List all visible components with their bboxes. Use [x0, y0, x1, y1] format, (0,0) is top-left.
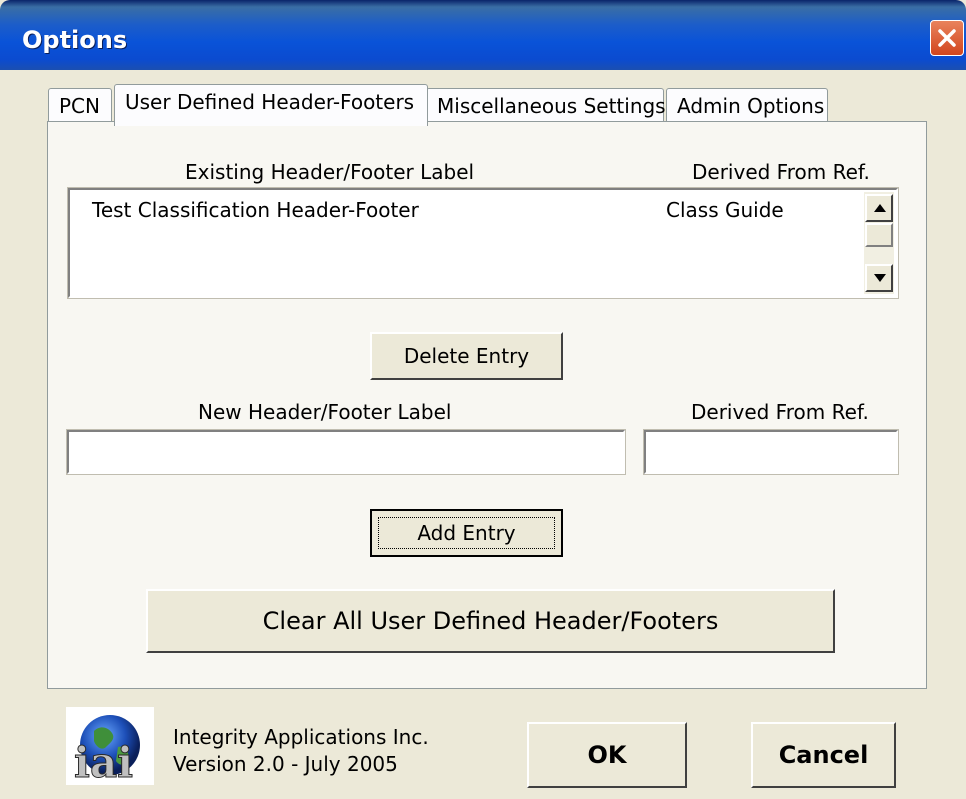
button-label: OK	[587, 741, 627, 769]
button-label: Delete Entry	[403, 344, 530, 368]
new-ref-input[interactable]	[643, 429, 899, 475]
scroll-thumb[interactable]	[865, 223, 893, 247]
list-item-label: Test Classification Header-Footer	[92, 198, 419, 222]
existing-label-header: Existing Header/Footer Label	[185, 160, 475, 184]
window-title: Options	[22, 26, 128, 54]
close-icon	[938, 29, 956, 47]
existing-entries-listbox[interactable]: Test Classification Header-Footer Class …	[67, 187, 899, 299]
svg-text:iai: iai	[74, 738, 133, 785]
tab-label: PCN	[59, 94, 100, 118]
tab-miscellaneous-settings[interactable]: Miscellaneous Settings	[426, 88, 666, 122]
tab-label: Miscellaneous Settings	[437, 94, 666, 118]
tab-admin-options[interactable]: Admin Options	[666, 88, 828, 122]
new-ref-header: Derived From Ref.	[691, 400, 869, 424]
title-bar: Options	[0, 0, 966, 70]
tab-pcn[interactable]: PCN	[48, 88, 112, 122]
tab-user-defined-header-footers[interactable]: User Defined Header-Footers	[114, 84, 428, 126]
delete-entry-button[interactable]: Delete Entry	[370, 332, 563, 380]
list-item-ref: Class Guide	[666, 198, 784, 222]
version-text: Version 2.0 - July 2005	[173, 752, 398, 776]
clear-all-button[interactable]: Clear All User Defined Header/Footers	[146, 589, 835, 653]
new-label-input[interactable]	[66, 429, 626, 475]
existing-ref-header: Derived From Ref.	[692, 160, 870, 184]
arrow-down-icon	[874, 274, 886, 282]
close-button[interactable]	[930, 20, 964, 56]
new-label-header: New Header/Footer Label	[198, 400, 452, 424]
cancel-button[interactable]: Cancel	[751, 722, 896, 788]
company-name: Integrity Applications Inc.	[173, 725, 429, 749]
arrow-up-icon	[874, 204, 886, 212]
scroll-down-button[interactable]	[865, 264, 893, 292]
ok-button[interactable]: OK	[527, 722, 687, 788]
tab-label: User Defined Header-Footers	[125, 90, 415, 114]
tab-label: Admin Options	[677, 94, 825, 118]
iai-globe-logo: iai	[66, 707, 154, 788]
add-entry-button[interactable]: Add Entry	[370, 509, 563, 557]
button-label: Clear All User Defined Header/Footers	[262, 607, 719, 635]
globe-logo-icon: iai	[66, 707, 154, 788]
company-info: Integrity Applications Inc. Version 2.0 …	[173, 724, 429, 778]
list-item[interactable]: Test Classification Header-Footer Class …	[92, 198, 862, 226]
scroll-up-button[interactable]	[865, 194, 893, 222]
focus-rectangle	[378, 517, 555, 549]
button-label: Cancel	[778, 741, 869, 769]
listbox-scrollbar[interactable]	[864, 192, 894, 294]
